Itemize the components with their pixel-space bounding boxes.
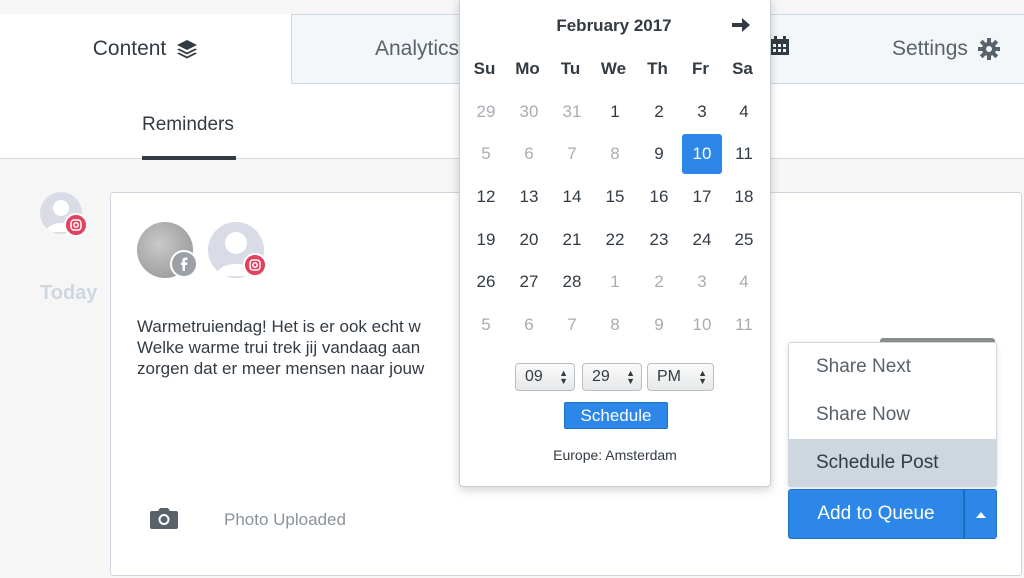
queue-options-toggle[interactable] bbox=[964, 489, 997, 539]
calendar-day[interactable]: 19 bbox=[466, 220, 506, 260]
post-text-line: Welke warme trui trek jij vandaag aan bbox=[137, 338, 421, 357]
weekday-label: Mo bbox=[515, 59, 540, 78]
calendar-day-selected[interactable]: 10 bbox=[682, 134, 722, 174]
calendar-day[interactable]: 7 bbox=[552, 134, 592, 174]
calendar-day[interactable]: 10 bbox=[682, 305, 722, 345]
menu-item-schedule-post[interactable]: Schedule Post bbox=[789, 439, 996, 487]
caret-up-icon bbox=[975, 505, 986, 523]
calendar-day[interactable]: 25 bbox=[724, 220, 764, 260]
calendar-day[interactable]: 30 bbox=[509, 92, 549, 132]
calendar-day[interactable]: 29 bbox=[466, 92, 506, 132]
calendar-day[interactable]: 21 bbox=[552, 220, 592, 260]
calendar-day[interactable]: 2 bbox=[639, 262, 679, 302]
select-arrows-icon: ▲ ▼ bbox=[698, 368, 707, 386]
calendar-day[interactable]: 3 bbox=[682, 262, 722, 302]
hour-select[interactable]: 09 ▲ ▼ bbox=[515, 363, 575, 391]
post-text-line: zorgen dat er meer mensen naar jouw bbox=[137, 359, 425, 378]
calendar-day[interactable]: 17 bbox=[682, 177, 722, 217]
schedule-button[interactable]: Schedule bbox=[564, 402, 668, 429]
calendar-day[interactable]: 8 bbox=[595, 134, 635, 174]
facebook-icon bbox=[170, 250, 198, 278]
calendar-day[interactable]: 18 bbox=[724, 177, 764, 217]
tab-analytics[interactable]: Analytics bbox=[291, 14, 461, 84]
calendar-day[interactable]: 1 bbox=[595, 92, 635, 132]
camera-icon[interactable] bbox=[149, 506, 179, 535]
calendar-day[interactable]: 8 bbox=[595, 305, 635, 345]
calendar-day[interactable]: 15 bbox=[595, 177, 635, 217]
instagram-icon bbox=[64, 213, 88, 237]
day-label: Today bbox=[40, 282, 98, 304]
timezone-label: Europe: Amsterdam bbox=[553, 447, 677, 463]
active-subtab-indicator bbox=[142, 156, 236, 160]
calendar-icon bbox=[770, 36, 790, 62]
calendar-day[interactable]: 11 bbox=[724, 134, 764, 174]
minute-value: 29 bbox=[592, 368, 610, 385]
calendar-day[interactable]: 1 bbox=[595, 262, 635, 302]
schedule-calendar-popover: February 2017 Su Mo Tu We Th Fr Sa 29 30 31 1 2 3 4 5… bbox=[459, 0, 771, 487]
calendar-month-title: February 2017 bbox=[556, 16, 672, 35]
calendar-day[interactable]: 12 bbox=[466, 177, 506, 217]
calendar-day[interactable]: 9 bbox=[639, 134, 679, 174]
calendar-day[interactable]: 4 bbox=[724, 262, 764, 302]
calendar-day[interactable]: 6 bbox=[509, 134, 549, 174]
weekday-label: Tu bbox=[560, 59, 581, 78]
calendar-day[interactable]: 11 bbox=[724, 305, 764, 345]
tab-settings[interactable]: Settings bbox=[850, 14, 1024, 84]
select-arrows-icon: ▲ ▼ bbox=[559, 368, 568, 386]
calendar-day[interactable]: 16 bbox=[639, 177, 679, 217]
tab-content-label: Content bbox=[92, 37, 167, 60]
menu-item-share-next[interactable]: Share Next bbox=[789, 343, 996, 391]
tab-analytics-label: Analytics bbox=[375, 37, 460, 60]
calendar-day[interactable]: 5 bbox=[466, 134, 506, 174]
select-arrows-icon: ▲ ▼ bbox=[626, 368, 635, 386]
tab-settings-label: Settings bbox=[892, 37, 968, 60]
ampm-value: PM bbox=[657, 368, 681, 385]
weekday-label: Su bbox=[473, 59, 496, 78]
gear-icon bbox=[977, 38, 1000, 60]
calendar-day[interactable]: 3 bbox=[682, 92, 722, 132]
calendar-day[interactable]: 28 bbox=[552, 262, 592, 302]
calendar-day[interactable]: 20 bbox=[509, 220, 549, 260]
calendar-day[interactable]: 24 bbox=[682, 220, 722, 260]
tab-calendar[interactable] bbox=[770, 14, 850, 84]
calendar-day[interactable]: 7 bbox=[552, 305, 592, 345]
post-text-line: Warmetruiendag! Het is er ook echt w bbox=[137, 317, 421, 336]
calendar-day[interactable]: 14 bbox=[552, 177, 592, 217]
post-text[interactable]: Warmetruiendag! Het is er ook echt w Wel… bbox=[137, 316, 467, 379]
calendar-day[interactable]: 2 bbox=[639, 92, 679, 132]
calendar-day[interactable]: 4 bbox=[724, 92, 764, 132]
minute-select[interactable]: 29 ▲ ▼ bbox=[582, 363, 642, 391]
weekday-label: Th bbox=[647, 59, 668, 78]
photo-status: Photo Uploaded bbox=[224, 510, 346, 529]
dropdown-pointer bbox=[770, 454, 780, 474]
calendar-day[interactable]: 23 bbox=[639, 220, 679, 260]
weekday-label: Fr bbox=[692, 59, 709, 78]
tab-content[interactable]: Content bbox=[0, 14, 291, 84]
weekday-label: We bbox=[600, 59, 627, 78]
calendar-day[interactable]: 5 bbox=[466, 305, 506, 345]
calendar-day[interactable]: 31 bbox=[552, 92, 592, 132]
calendar-day[interactable]: 6 bbox=[509, 305, 549, 345]
post-action-menu: Share Next Share Now Schedule Post bbox=[788, 342, 997, 487]
calendar-day[interactable]: 13 bbox=[509, 177, 549, 217]
calendar-day[interactable]: 26 bbox=[466, 262, 506, 302]
next-month-arrow-icon[interactable] bbox=[732, 13, 750, 39]
instagram-icon bbox=[243, 253, 267, 277]
layers-icon bbox=[176, 38, 198, 60]
add-to-queue-button[interactable]: Add to Queue bbox=[788, 489, 964, 539]
calendar-day[interactable]: 9 bbox=[639, 305, 679, 345]
menu-item-share-now[interactable]: Share Now bbox=[789, 391, 996, 439]
ampm-select[interactable]: PM ▲ ▼ bbox=[647, 363, 714, 391]
subtab-reminders[interactable]: Reminders bbox=[142, 114, 234, 136]
weekday-label: Sa bbox=[732, 59, 753, 78]
calendar-day[interactable]: 22 bbox=[595, 220, 635, 260]
hour-value: 09 bbox=[525, 368, 543, 385]
calendar-day[interactable]: 27 bbox=[509, 262, 549, 302]
